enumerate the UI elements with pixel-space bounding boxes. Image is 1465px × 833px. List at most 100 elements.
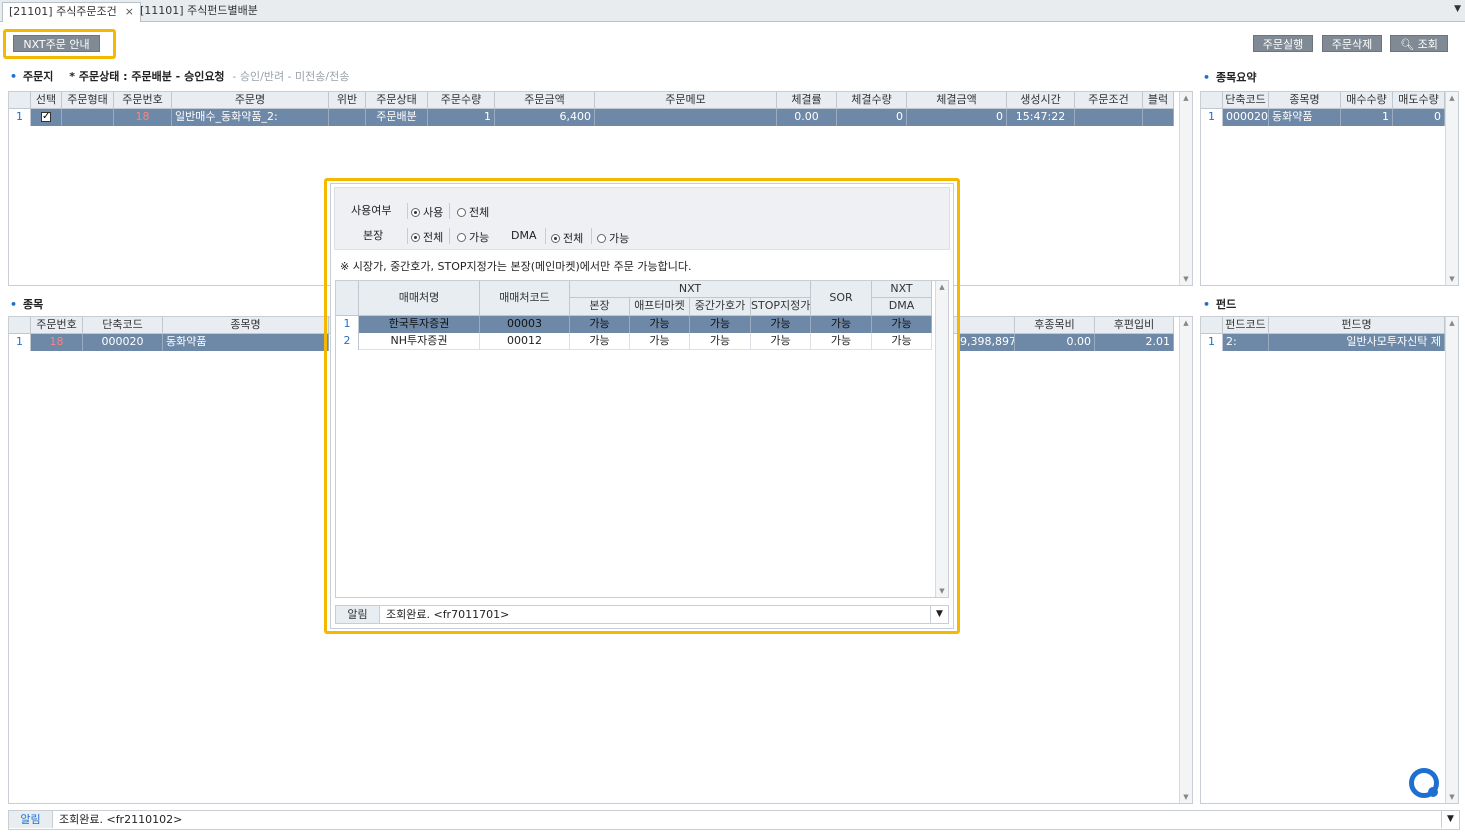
search-button[interactable]: 🔍︎ 조회 xyxy=(1390,35,1448,52)
col-sor[interactable]: SOR xyxy=(811,281,872,316)
cell-post-weight: 2.01 xyxy=(1095,334,1174,351)
col-order-no[interactable]: 주문번호 xyxy=(31,317,83,334)
summary-scrollbar[interactable]: ▲ ▼ xyxy=(1445,92,1458,285)
cell-sell-qty: 0 xyxy=(1393,109,1445,126)
cell-amount: 9,398,897 xyxy=(957,334,1015,351)
main-option-all[interactable]: 전체 xyxy=(411,229,443,245)
col-fill-qty[interactable]: 체결수량 xyxy=(837,92,907,109)
table-row[interactable]: 1 2: 일반사모투자신탁 제 xyxy=(1201,334,1445,351)
scroll-up-icon[interactable]: ▲ xyxy=(1180,94,1192,102)
cell-dma: 가능 xyxy=(872,316,932,333)
scroll-down-icon[interactable]: ▼ xyxy=(1446,275,1458,283)
scroll-down-icon[interactable]: ▼ xyxy=(1446,793,1458,801)
cell-violation xyxy=(329,109,366,126)
stocks-scrollbar[interactable]: ▲ ▼ xyxy=(1179,317,1192,803)
dma-option-all[interactable]: 전체 xyxy=(551,230,583,246)
bullet-icon: • xyxy=(10,70,18,83)
col-post-weight[interactable]: 후편입비 xyxy=(1095,317,1174,334)
broker-scrollbar[interactable]: ▲ ▼ xyxy=(935,281,948,597)
use-option-all[interactable]: 전체 xyxy=(457,204,489,220)
col-block[interactable]: 블럭 xyxy=(1143,92,1174,109)
nxt-guide-button[interactable]: NXT주문 안내 xyxy=(13,35,100,52)
table-row[interactable]: 1 한국투자증권 00003 가능 가능 가능 가능 가능 가능 xyxy=(336,316,932,333)
search-button-label: 조회 xyxy=(1417,38,1438,51)
col-group-nxt-dma: NXT xyxy=(872,281,932,298)
col-after-market[interactable]: 애프터마켓 xyxy=(630,298,690,316)
row-checkbox[interactable] xyxy=(41,109,51,125)
chevron-down-icon[interactable]: ▼ xyxy=(1454,4,1461,14)
table-row[interactable]: 2 NH투자증권 00012 가능 가능 가능 가능 가능 가능 xyxy=(336,333,932,350)
scroll-up-icon[interactable]: ▲ xyxy=(936,283,948,291)
close-icon[interactable]: × xyxy=(125,5,134,18)
radio-icon[interactable] xyxy=(411,208,420,217)
cell-mid-price: 가능 xyxy=(690,316,751,333)
col-code[interactable]: 단축코드 xyxy=(83,317,163,334)
tab-order-conditions[interactable]: [21101] 주식주문조건 × xyxy=(2,2,142,22)
radio-icon[interactable] xyxy=(411,233,420,242)
dma-option-available[interactable]: 가능 xyxy=(597,230,629,246)
col-created-time[interactable]: 생성시간 xyxy=(1007,92,1075,109)
col-select[interactable]: 선택 xyxy=(31,92,62,109)
col-sell-qty[interactable]: 매도수량 xyxy=(1393,92,1445,109)
col-mid-price[interactable]: 중간가호가 xyxy=(690,298,751,316)
radio-icon[interactable] xyxy=(457,208,466,217)
bullet-icon: • xyxy=(1203,298,1211,311)
summary-section-title: • 종목요약 xyxy=(1203,69,1257,85)
col-fill-rate[interactable]: 체결률 xyxy=(777,92,837,109)
main-label: 본장 xyxy=(363,229,384,242)
scroll-down-icon[interactable]: ▼ xyxy=(1180,275,1192,283)
radio-icon[interactable] xyxy=(457,233,466,242)
scroll-down-icon[interactable]: ▼ xyxy=(1180,793,1192,801)
execute-order-button[interactable]: 주문실행 xyxy=(1253,35,1313,52)
col-post-ratio[interactable]: 후종목비 xyxy=(1015,317,1095,334)
table-row[interactable]: 1 000020 동화약품 1 0 xyxy=(1201,109,1445,126)
col-order-name[interactable]: 주문명 xyxy=(172,92,329,109)
orders-title: 주문지 xyxy=(23,70,54,83)
col-order-memo[interactable]: 주문메모 xyxy=(595,92,777,109)
cell-code: 000020 xyxy=(1223,109,1269,126)
scroll-up-icon[interactable]: ▲ xyxy=(1180,319,1192,327)
col-fill-amount[interactable]: 체결금액 xyxy=(907,92,1007,109)
funds-scrollbar[interactable]: ▲ ▼ xyxy=(1445,317,1458,803)
chevron-down-icon[interactable]: ▼ xyxy=(930,606,948,623)
col-order-qty[interactable]: 주문수량 xyxy=(428,92,495,109)
col-stock-name[interactable]: 종목명 xyxy=(163,317,329,334)
cell-order-name: 일반매수_동화약품_2: xyxy=(172,109,329,126)
row-checkbox-cell[interactable] xyxy=(31,109,62,126)
col-dma[interactable]: DMA xyxy=(872,298,932,316)
col-broker-name[interactable]: 매매처명 xyxy=(359,281,480,316)
search-icon: 🔍︎ xyxy=(1400,38,1415,51)
scroll-up-icon[interactable]: ▲ xyxy=(1446,94,1458,102)
col-broker-code[interactable]: 매매처코드 xyxy=(480,281,570,316)
col-order-type[interactable]: 주문형태 xyxy=(62,92,114,109)
col-fund-code[interactable]: 펀드코드 xyxy=(1223,317,1269,334)
cell-broker-code: 00003 xyxy=(480,316,570,333)
main-option-available[interactable]: 가능 xyxy=(457,229,489,245)
col-order-status[interactable]: 주문상태 xyxy=(366,92,428,109)
scroll-up-icon[interactable]: ▲ xyxy=(1446,319,1458,327)
col-fund-name[interactable]: 펀드명 xyxy=(1269,317,1445,334)
orders-scrollbar[interactable]: ▲ ▼ xyxy=(1179,92,1192,285)
radio-icon[interactable] xyxy=(551,234,560,243)
table-row[interactable]: 1 18 일반매수_동화약품_2: 주문배분 1 6,400 0.00 0 0 … xyxy=(9,109,1174,126)
tab-fund-allocation[interactable]: [11101] 주식펀드별배분 xyxy=(134,2,264,22)
col-order-amount[interactable]: 주문금액 xyxy=(495,92,595,109)
col-order-no[interactable]: 주문번호 xyxy=(114,92,172,109)
col-code[interactable]: 단축코드 xyxy=(1223,92,1269,109)
radio-icon[interactable] xyxy=(597,234,606,243)
col-buy-qty[interactable]: 매수수량 xyxy=(1341,92,1393,109)
col-main-market[interactable]: 본장 xyxy=(570,298,630,316)
col-violation[interactable]: 위반 xyxy=(329,92,366,109)
chevron-down-icon[interactable]: ▼ xyxy=(1441,811,1459,828)
col-amount[interactable] xyxy=(957,317,1015,334)
col-stop-limit[interactable]: STOP지정가 xyxy=(751,298,811,316)
col-order-condition[interactable]: 주문조건 xyxy=(1075,92,1143,109)
order-status-steps: - 승인/반려 - 미전송/전송 xyxy=(232,70,350,83)
tab-label: [21101] 주식주문조건 xyxy=(9,5,117,18)
scroll-down-icon[interactable]: ▼ xyxy=(936,587,948,595)
use-option-use[interactable]: 사용 xyxy=(411,204,443,220)
cell-order-no: 18 xyxy=(114,109,172,126)
delete-order-button[interactable]: 주문삭제 xyxy=(1322,35,1382,52)
chatbot-icon[interactable] xyxy=(1409,768,1439,798)
col-stock-name[interactable]: 종목명 xyxy=(1269,92,1341,109)
